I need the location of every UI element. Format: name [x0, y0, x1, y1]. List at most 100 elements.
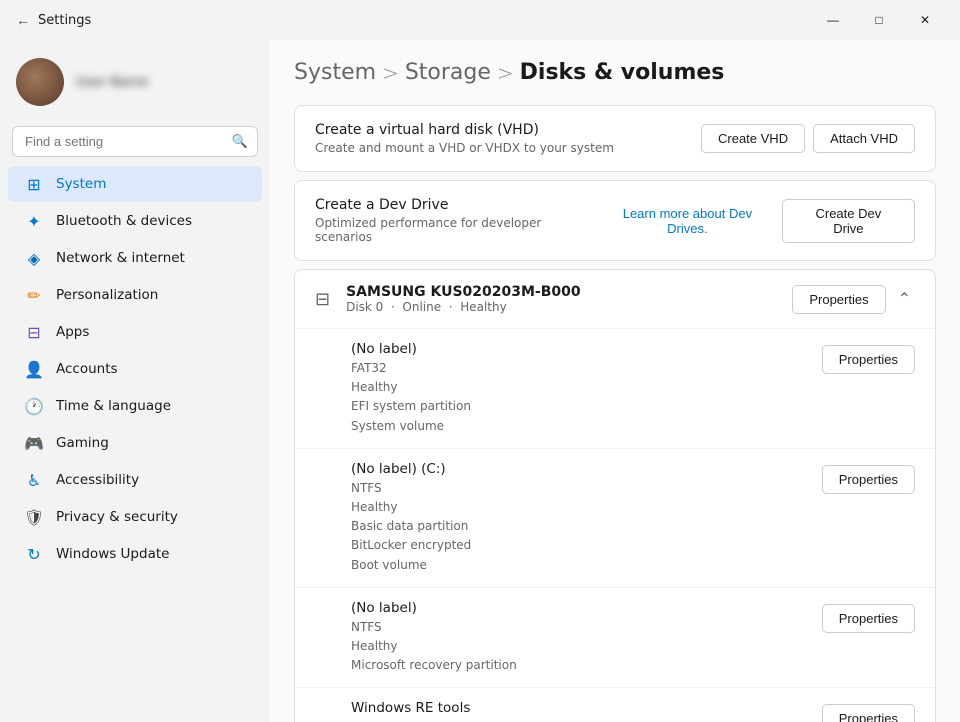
partitions-container: (No label) FAT32HealthyEFI system partit…: [295, 328, 935, 722]
network-label: Network & internet: [56, 250, 185, 266]
create-vhd-button[interactable]: Create VHD: [701, 124, 805, 153]
attach-vhd-button[interactable]: Attach VHD: [813, 124, 915, 153]
disk-info: SAMSUNG KUS020203M-B000 Disk 0 · Online …: [346, 284, 581, 314]
disk-meta: Disk 0 · Online · Healthy: [346, 300, 581, 314]
sidebar-item-gaming[interactable]: 🎮 Gaming: [8, 425, 262, 461]
partition-actions-0: Properties: [822, 341, 915, 374]
vhd-actions: Create VHD Attach VHD: [701, 124, 915, 153]
window-title: Settings: [38, 13, 91, 28]
sidebar-item-privacy[interactable]: 🛡 Privacy & security: [8, 499, 262, 535]
personalization-icon: ✏: [24, 285, 44, 305]
disk-expand-button[interactable]: ⌃: [894, 285, 915, 313]
partition-meta-0: FAT32HealthyEFI system partitionSystem v…: [351, 359, 471, 436]
search-box: 🔍: [12, 126, 258, 157]
disk-name: SAMSUNG KUS020203M-B000: [346, 284, 581, 300]
disk-number: Disk 0: [346, 300, 383, 314]
create-dev-drive-button[interactable]: Create Dev Drive: [782, 199, 915, 243]
partition-row: (No label) FAT32HealthyEFI system partit…: [295, 328, 935, 448]
accessibility-label: Accessibility: [56, 472, 139, 488]
disk-header: ⊟ SAMSUNG KUS020203M-B000 Disk 0 · Onlin…: [295, 270, 935, 328]
partition-row: Windows RE tools NTFSHealthy Properties: [295, 687, 935, 722]
apps-label: Apps: [56, 324, 89, 340]
maximize-button[interactable]: □: [856, 4, 902, 36]
breadcrumb-sep-2: >: [497, 61, 514, 85]
gaming-icon: 🎮: [24, 433, 44, 453]
partition-properties-button-2[interactable]: Properties: [822, 604, 915, 633]
network-icon: ◈: [24, 248, 44, 268]
accounts-icon: 👤: [24, 359, 44, 379]
back-button[interactable]: ←: [16, 12, 30, 28]
user-section: User Name: [0, 48, 270, 122]
partition-info-2: (No label) NTFSHealthyMicrosoft recovery…: [351, 600, 517, 676]
bluetooth-label: Bluetooth & devices: [56, 213, 192, 229]
sidebar-item-accounts[interactable]: 👤 Accounts: [8, 351, 262, 387]
breadcrumb-storage[interactable]: Storage: [405, 60, 491, 85]
disk-health: Healthy: [460, 300, 507, 314]
sidebar: User Name 🔍 ⊞ System ✦ Bluetooth & devic…: [0, 40, 270, 722]
dev-drive-subtitle: Optimized performance for developer scen…: [315, 216, 601, 244]
user-name: User Name: [76, 75, 148, 90]
dev-drive-card: Create a Dev Drive Optimized performance…: [294, 180, 936, 261]
partition-info-3: Windows RE tools NTFSHealthy: [351, 700, 470, 722]
sidebar-item-network[interactable]: ◈ Network & internet: [8, 240, 262, 276]
time-label: Time & language: [56, 398, 171, 414]
partition-label-1: (No label) (C:): [351, 461, 471, 477]
sidebar-item-accessibility[interactable]: ♿ Accessibility: [8, 462, 262, 498]
dev-drive-text-group: Create a Dev Drive Optimized performance…: [315, 197, 601, 244]
privacy-icon: 🛡: [24, 507, 44, 527]
partition-actions-1: Properties: [822, 461, 915, 494]
app-body: User Name 🔍 ⊞ System ✦ Bluetooth & devic…: [0, 40, 960, 722]
window-controls: — □ ✕: [810, 4, 948, 36]
partition-meta-1: NTFSHealthyBasic data partitionBitLocker…: [351, 479, 471, 575]
dev-drive-card-row: Create a Dev Drive Optimized performance…: [295, 181, 935, 260]
disk-icon: ⊟: [315, 289, 330, 310]
avatar: [16, 58, 64, 106]
partition-properties-button-1[interactable]: Properties: [822, 465, 915, 494]
sidebar-item-bluetooth[interactable]: ✦ Bluetooth & devices: [8, 203, 262, 239]
disk-status: Online: [402, 300, 441, 314]
vhd-subtitle: Create and mount a VHD or VHDX to your s…: [315, 141, 614, 155]
time-icon: 🕐: [24, 396, 44, 416]
partition-properties-button-0[interactable]: Properties: [822, 345, 915, 374]
vhd-title: Create a virtual hard disk (VHD): [315, 122, 614, 138]
vhd-text-group: Create a virtual hard disk (VHD) Create …: [315, 122, 614, 155]
gaming-label: Gaming: [56, 435, 109, 451]
breadcrumb-system[interactable]: System: [294, 60, 376, 85]
update-icon: ↻: [24, 544, 44, 564]
breadcrumb: System > Storage > Disks & volumes: [294, 60, 936, 85]
partition-actions-2: Properties: [822, 600, 915, 633]
search-icon: 🔍: [232, 134, 248, 149]
avatar-image: [16, 58, 64, 106]
partition-row: (No label) (C:) NTFSHealthyBasic data pa…: [295, 448, 935, 587]
partition-meta-2: NTFSHealthyMicrosoft recovery partition: [351, 618, 517, 676]
breadcrumb-current: Disks & volumes: [520, 60, 725, 85]
sidebar-item-apps[interactable]: ⊟ Apps: [8, 314, 262, 350]
system-label: System: [56, 176, 106, 192]
minimize-button[interactable]: —: [810, 4, 856, 36]
bluetooth-icon: ✦: [24, 211, 44, 231]
privacy-label: Privacy & security: [56, 509, 178, 525]
partition-label-0: (No label): [351, 341, 471, 357]
main-content: System > Storage > Disks & volumes Creat…: [270, 40, 960, 722]
update-label: Windows Update: [56, 546, 169, 562]
partition-info-0: (No label) FAT32HealthyEFI system partit…: [351, 341, 471, 436]
close-button[interactable]: ✕: [902, 4, 948, 36]
accounts-label: Accounts: [56, 361, 118, 377]
sidebar-item-time[interactable]: 🕐 Time & language: [8, 388, 262, 424]
system-icon: ⊞: [24, 174, 44, 194]
sidebar-item-update[interactable]: ↻ Windows Update: [8, 536, 262, 572]
disk-section: ⊟ SAMSUNG KUS020203M-B000 Disk 0 · Onlin…: [294, 269, 936, 722]
title-bar-left: ← Settings: [16, 12, 91, 28]
partition-properties-button-3[interactable]: Properties: [822, 704, 915, 722]
breadcrumb-sep-1: >: [382, 61, 399, 85]
accessibility-icon: ♿: [24, 470, 44, 490]
disk-header-right: Properties ⌃: [792, 285, 915, 314]
sidebar-item-system[interactable]: ⊞ System: [8, 166, 262, 202]
search-input[interactable]: [12, 126, 258, 157]
dev-drive-actions: Learn more about Dev Drives. Create Dev …: [601, 199, 915, 243]
disk-properties-button[interactable]: Properties: [792, 285, 885, 314]
apps-icon: ⊟: [24, 322, 44, 342]
vhd-card-row: Create a virtual hard disk (VHD) Create …: [295, 106, 935, 171]
sidebar-item-personalization[interactable]: ✏ Personalization: [8, 277, 262, 313]
dev-drive-learn-link[interactable]: Learn more about Dev Drives.: [601, 206, 774, 236]
